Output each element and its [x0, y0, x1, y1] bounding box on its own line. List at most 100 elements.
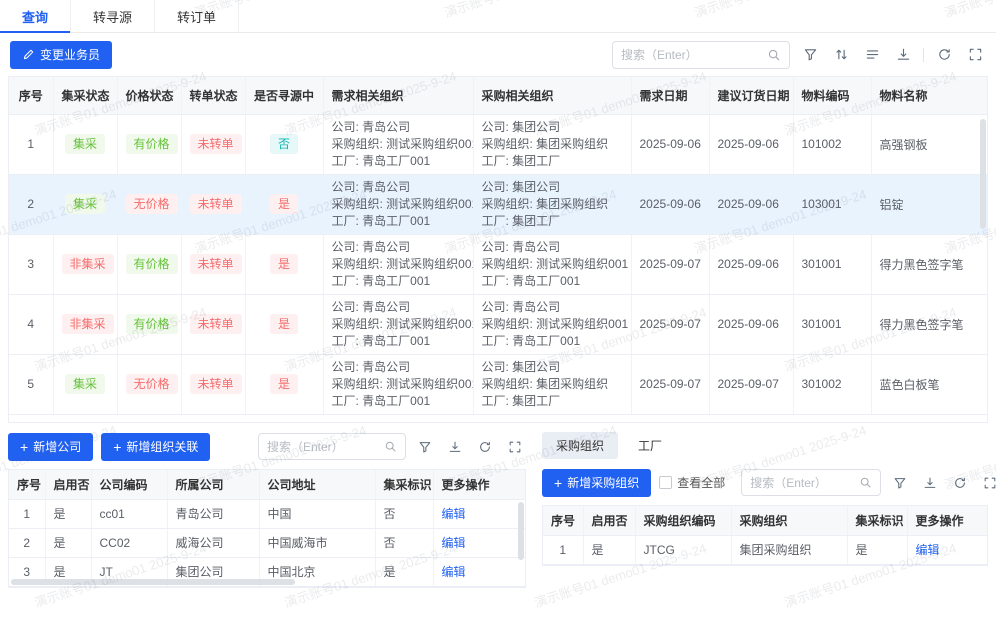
filter-icon[interactable]	[889, 472, 911, 494]
org-info: 公司: 集团公司采购组织: 集团采购组织工厂: 集团工厂	[482, 359, 623, 410]
company-table-hscrollbar[interactable]	[11, 579, 295, 585]
column-list-icon[interactable]	[861, 44, 883, 66]
purchase-org-table: 序号启用否采购组织编码采购组织集采标识更多操作1是JTCG集团采购组织是编辑	[543, 506, 987, 565]
edit-link[interactable]: 编辑	[442, 565, 466, 579]
demand-org-cell: 公司: 青岛公司采购组织: 测试采购组织001工厂: 青岛工厂001	[323, 234, 473, 294]
edit-link[interactable]: 编辑	[442, 536, 466, 550]
sort-icon[interactable]	[830, 44, 852, 66]
edit-link[interactable]: 编辑	[916, 543, 940, 557]
company-panel: + 新增公司 + 新增组织关联 序号启用否公司编码所属公司公司地址集采标	[8, 432, 526, 588]
main-search-input[interactable]	[621, 48, 767, 62]
download-icon[interactable]	[444, 436, 466, 458]
org-line: 采购组织: 测试采购组织001	[332, 256, 465, 273]
fullscreen-icon[interactable]	[979, 472, 996, 494]
org-line: 采购组织: 测试采购组织001	[332, 196, 465, 213]
demand-date-cell: 2025-09-07	[631, 354, 709, 414]
table-row[interactable]: 2集采无价格未转单是公司: 青岛公司采购组织: 测试采购组织001工厂: 青岛工…	[9, 174, 987, 234]
demand-date-cell: 2025-09-06	[631, 174, 709, 234]
tab-transfer-order[interactable]: 转订单	[155, 0, 239, 32]
action-cell: 编辑	[433, 499, 525, 528]
column-header: 集采状态	[53, 77, 117, 114]
table-row[interactable]: 1是JTCG集团采购组织是编辑	[543, 535, 987, 564]
demand-org-cell: 公司: 青岛公司采购组织: 测试采购组织001工厂: 青岛工厂001	[323, 174, 473, 234]
tab-transfer-sourcing[interactable]: 转寻源	[71, 0, 155, 32]
company-address-cell: 中国威海市	[259, 528, 375, 557]
enabled-cell: 是	[45, 528, 91, 557]
row-index-cell: 4	[9, 294, 53, 354]
column-header: 序号	[9, 470, 45, 499]
table-row[interactable]: 1是cc01青岛公司中国否编辑	[9, 499, 525, 528]
column-header: 采购相关组织	[473, 77, 631, 114]
status-cell: 有价格	[117, 114, 181, 174]
company-table-scrollbar[interactable]	[518, 502, 524, 560]
add-company-label: 新增公司	[33, 438, 81, 455]
status-cell: 否	[245, 114, 323, 174]
status-badge: 未转单	[190, 194, 242, 214]
fullscreen-icon[interactable]	[504, 436, 526, 458]
main-toolbar: 变更业务员	[0, 33, 996, 76]
add-purchase-org-label: 新增采购组织	[567, 474, 639, 491]
status-cell: 非集采	[53, 294, 117, 354]
refresh-icon[interactable]	[474, 436, 496, 458]
column-header: 采购组织编码	[635, 506, 731, 535]
column-header: 物料名称	[871, 77, 987, 114]
purchase-org-table-container: 序号启用否采购组织编码采购组织集采标识更多操作1是JTCG集团采购组织是编辑	[542, 505, 988, 566]
status-cell: 集采	[53, 174, 117, 234]
table-row[interactable]: 2是CC02威海公司中国威海市否编辑	[9, 528, 525, 557]
add-company-button[interactable]: + 新增公司	[8, 433, 93, 461]
tab-purchase-org[interactable]: 采购组织	[542, 432, 618, 459]
purchase-org-cell: 公司: 集团公司采购组织: 集团采购组织工厂: 集团工厂	[473, 174, 631, 234]
status-cell: 有价格	[117, 234, 181, 294]
status-badge: 否	[270, 134, 298, 154]
org-info: 公司: 青岛公司采购组织: 测试采购组织001工厂: 青岛工厂001	[482, 239, 623, 290]
filter-icon[interactable]	[799, 44, 821, 66]
download-icon[interactable]	[892, 44, 914, 66]
org-search-input[interactable]	[750, 476, 859, 490]
table-row[interactable]: 4非集采有价格未转单是公司: 青岛公司采购组织: 测试采购组织001工厂: 青岛…	[9, 294, 987, 354]
tab-factory[interactable]: 工厂	[624, 432, 676, 459]
material-code-cell: 301001	[793, 234, 871, 294]
org-line: 工厂: 青岛工厂001	[332, 393, 465, 410]
edit-icon	[22, 48, 35, 61]
org-line: 工厂: 集团工厂	[482, 213, 623, 230]
org-line: 采购组织: 集团采购组织	[482, 376, 623, 393]
suggest-date-cell: 2025-09-07	[709, 354, 793, 414]
company-search-input[interactable]	[267, 440, 384, 454]
status-cell: 无价格	[117, 174, 181, 234]
org-line: 公司: 青岛公司	[332, 239, 465, 256]
org-line: 工厂: 青岛工厂001	[482, 273, 623, 290]
main-table-scrollbar[interactable]	[980, 119, 986, 229]
table-row[interactable]: 5集采无价格未转单是公司: 青岛公司采购组织: 测试采购组织001工厂: 青岛工…	[9, 354, 987, 414]
table-row[interactable]: 3非集采有价格未转单是公司: 青岛公司采购组织: 测试采购组织001工厂: 青岛…	[9, 234, 987, 294]
add-purchase-org-button[interactable]: + 新增采购组织	[542, 469, 651, 497]
status-badge: 未转单	[190, 134, 242, 154]
table-row[interactable]: 1集采有价格未转单否公司: 青岛公司采购组织: 测试采购组织001工厂: 青岛工…	[9, 114, 987, 174]
column-header: 启用否	[583, 506, 635, 535]
filter-icon[interactable]	[414, 436, 436, 458]
company-address-cell: 中国	[259, 499, 375, 528]
checkbox-icon	[659, 476, 672, 489]
status-cell: 是	[245, 174, 323, 234]
tab-query[interactable]: 查询	[0, 0, 71, 32]
status-badge: 集采	[65, 194, 105, 214]
company-name-cell: 青岛公司	[167, 499, 259, 528]
org-info: 公司: 集团公司采购组织: 集团采购组织工厂: 集团工厂	[482, 119, 623, 170]
download-icon[interactable]	[919, 472, 941, 494]
status-cell: 是	[245, 354, 323, 414]
view-all-checkbox[interactable]: 查看全部	[659, 474, 725, 491]
org-line: 采购组织: 测试采购组织001	[482, 316, 623, 333]
refresh-icon[interactable]	[933, 44, 955, 66]
status-badge: 未转单	[190, 314, 242, 334]
refresh-icon[interactable]	[949, 472, 971, 494]
org-line: 公司: 青岛公司	[332, 179, 465, 196]
row-index-cell: 3	[9, 234, 53, 294]
status-badge: 非集采	[62, 254, 114, 274]
status-badge: 有价格	[126, 314, 178, 334]
add-org-link-button[interactable]: + 新增组织关联	[101, 433, 210, 461]
status-cell: 集采	[53, 354, 117, 414]
fullscreen-icon[interactable]	[964, 44, 986, 66]
change-salesman-label: 变更业务员	[40, 46, 100, 63]
change-salesman-button[interactable]: 变更业务员	[10, 41, 112, 69]
column-header: 公司地址	[259, 470, 375, 499]
edit-link[interactable]: 编辑	[442, 507, 466, 521]
